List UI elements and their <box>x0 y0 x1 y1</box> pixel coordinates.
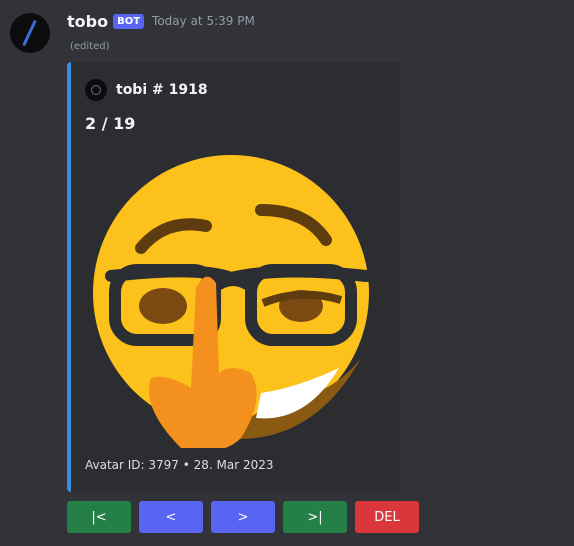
first-page-button[interactable]: |< <box>67 501 131 533</box>
embed-accent-bar <box>67 62 71 492</box>
embed-author: tobi # 1918 <box>85 79 208 101</box>
action-buttons: |< < > >| DEL <box>67 501 419 533</box>
embed-author-name: tobi # 1918 <box>116 82 208 98</box>
last-page-button[interactable]: >| <box>283 501 347 533</box>
embed: tobi # 1918 2 / 19 Avatar ID: 3797 • 28.… <box>67 62 400 492</box>
timestamp[interactable]: Today at 5:39 PM <box>152 14 255 28</box>
delete-button[interactable]: DEL <box>355 501 419 533</box>
previous-page-button[interactable]: < <box>139 501 203 533</box>
author-avatar-icon <box>85 79 107 101</box>
next-page-button[interactable]: > <box>211 501 275 533</box>
bot-avatar[interactable] <box>10 13 50 53</box>
bot-badge: BOT <box>113 13 145 29</box>
embed-title: 2 / 19 <box>85 114 136 133</box>
message-header: tobo BOT Today at 5:39 PM <box>67 10 255 32</box>
thinking-glasses-emoji-icon[interactable] <box>81 148 386 448</box>
embed-footer: Avatar ID: 3797 • 28. Mar 2023 <box>85 458 274 472</box>
username[interactable]: tobo <box>67 12 108 31</box>
edited-label: (edited) <box>70 41 110 52</box>
avatar-slash-icon <box>22 19 37 47</box>
